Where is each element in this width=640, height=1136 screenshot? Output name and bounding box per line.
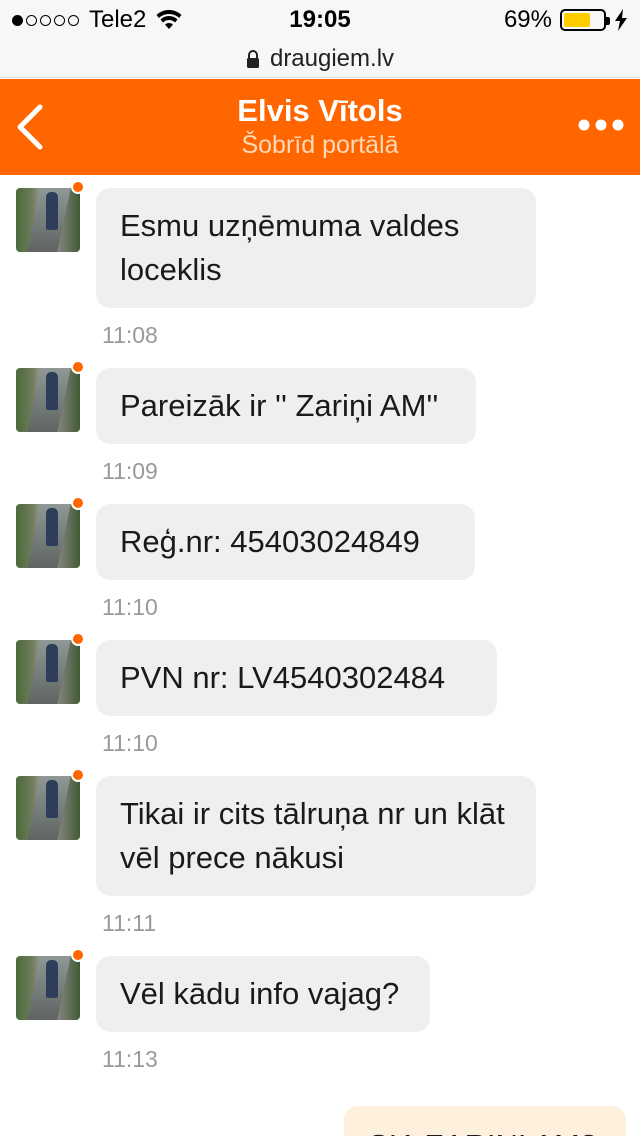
- outgoing-message-bubble[interactable]: SIA ZARIŅI AM?: [344, 1106, 626, 1136]
- online-indicator: [71, 496, 85, 510]
- battery-percentage: 69%: [503, 6, 552, 33]
- status-bar: Tele2 19:05 69%: [0, 0, 640, 40]
- avatar[interactable]: [16, 188, 80, 252]
- chat-header: Elvis Vītols Šobrīd portālā: [0, 79, 640, 175]
- message-bubble[interactable]: Reģ.nr: 45403024849: [96, 504, 475, 580]
- battery-icon: [560, 9, 610, 31]
- avatar[interactable]: [16, 504, 80, 568]
- message-time: 11:13: [102, 1046, 158, 1072]
- message-time: 11:09: [102, 458, 158, 484]
- url-text: draugiem.lv: [269, 44, 395, 72]
- address-bar[interactable]: draugiem.lv: [0, 40, 640, 78]
- message-bubble[interactable]: Vēl kādu info vajag?: [96, 956, 430, 1032]
- message-bubble[interactable]: PVN nr: LV4540302484: [96, 640, 497, 716]
- online-indicator: [71, 180, 85, 194]
- message-time: 11:10: [102, 730, 158, 756]
- message-bubble[interactable]: Esmu uzņēmuma valdes loceklis: [96, 188, 536, 308]
- online-indicator: [71, 360, 85, 374]
- message-bubble[interactable]: Pareizāk ir '' Zariņi AM'': [96, 368, 476, 444]
- avatar[interactable]: [16, 776, 80, 840]
- online-indicator: [71, 632, 85, 646]
- online-indicator: [71, 948, 85, 962]
- presence-status: Šobrīd portālā: [241, 131, 399, 159]
- message-time: 11:08: [102, 322, 158, 348]
- avatar[interactable]: [16, 956, 80, 1020]
- more-options-icon[interactable]: [578, 115, 624, 135]
- lock-icon: [246, 49, 259, 68]
- message-bubble[interactable]: Tikai ir cits tālruņa nr un klāt vēl pre…: [96, 776, 536, 896]
- message-time: 11:10: [102, 594, 158, 620]
- online-indicator: [71, 768, 85, 782]
- charging-bolt-icon: [615, 9, 627, 31]
- avatar[interactable]: [16, 640, 80, 704]
- avatar[interactable]: [16, 368, 80, 432]
- message-time: 11:11: [102, 910, 157, 936]
- contact-name[interactable]: Elvis Vītols: [0, 93, 640, 129]
